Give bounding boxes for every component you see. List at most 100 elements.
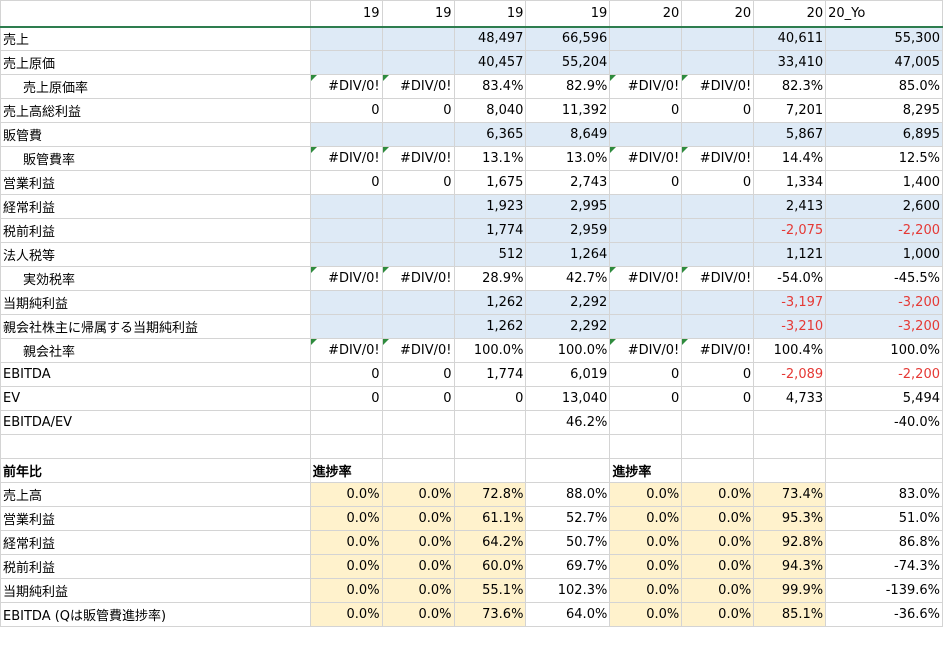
value-cell[interactable]: 0 [609,170,683,195]
value-cell[interactable] [381,410,455,435]
value-cell[interactable] [681,194,755,219]
value-cell[interactable]: 0 [309,386,383,411]
row-label-cell[interactable]: 親会社株主に帰属する当期純利益 [0,314,311,339]
value-cell[interactable]: -2,200 [825,362,943,387]
value-cell[interactable] [609,218,683,243]
value-cell[interactable] [681,122,755,147]
value-cell[interactable]: 13.1% [453,146,527,171]
value-cell[interactable]: 2,600 [825,194,943,219]
row-label-cell[interactable]: EBITDA/EV [0,410,311,435]
value-cell[interactable]: 99.9% [753,578,827,603]
value-cell[interactable]: 0 [309,362,383,387]
value-cell[interactable]: 40,611 [753,26,827,51]
value-cell[interactable] [381,218,455,243]
value-cell[interactable]: 0 [609,362,683,387]
value-cell[interactable]: 0 [609,386,683,411]
value-cell[interactable]: 0.0% [681,482,755,507]
value-cell[interactable] [309,290,383,315]
header-period-cell[interactable]: 19 [525,0,611,28]
value-cell[interactable]: 51.0% [825,506,943,531]
value-cell[interactable] [309,194,383,219]
value-cell[interactable]: 8,649 [525,122,611,147]
value-cell[interactable]: -3,200 [825,290,943,315]
value-cell[interactable]: 64.2% [453,530,527,555]
value-cell[interactable]: 0.0% [381,482,455,507]
row-label-cell[interactable]: EBITDA [0,362,311,387]
row-label-cell[interactable]: 税前利益 [0,218,311,243]
value-cell[interactable]: 64.0% [525,602,611,627]
value-cell[interactable]: #DIV/0! [381,146,455,171]
row-label-cell[interactable]: 経常利益 [0,530,311,555]
value-cell[interactable] [609,26,683,51]
value-cell[interactable] [525,434,611,459]
value-cell[interactable]: #DIV/0! [381,74,455,99]
row-label-cell[interactable]: 当期純利益 [0,290,311,315]
value-cell[interactable]: 69.7% [525,554,611,579]
value-cell[interactable]: 13.0% [525,146,611,171]
value-cell[interactable]: 0.0% [681,602,755,627]
value-cell[interactable] [453,410,527,435]
value-cell[interactable]: #DIV/0! [609,338,683,363]
value-cell[interactable] [609,242,683,267]
row-label-cell[interactable]: 営業利益 [0,170,311,195]
value-cell[interactable]: 55.1% [453,578,527,603]
value-cell[interactable] [381,50,455,75]
value-cell[interactable]: 5,867 [753,122,827,147]
value-cell[interactable]: 1,923 [453,194,527,219]
value-cell[interactable]: #DIV/0! [609,146,683,171]
value-cell[interactable]: -54.0% [753,266,827,291]
row-label-cell[interactable] [0,434,311,459]
value-cell[interactable]: 1,774 [453,218,527,243]
value-cell[interactable]: 0 [681,386,755,411]
header-period-cell[interactable]: 19 [309,0,383,28]
value-cell[interactable]: 0 [309,98,383,123]
value-cell[interactable]: 0 [381,362,455,387]
value-cell[interactable] [381,122,455,147]
value-cell[interactable]: 2,413 [753,194,827,219]
value-cell[interactable]: 1,121 [753,242,827,267]
row-label-cell[interactable]: 税前利益 [0,554,311,579]
value-cell[interactable]: 33,410 [753,50,827,75]
row-label-cell[interactable]: 実効税率 [0,266,311,291]
value-cell[interactable]: 100.0% [525,338,611,363]
value-cell[interactable]: 42.7% [525,266,611,291]
value-cell[interactable]: #DIV/0! [681,338,755,363]
value-cell[interactable] [609,290,683,315]
value-cell[interactable]: 0.0% [309,554,383,579]
value-cell[interactable] [609,122,683,147]
value-cell[interactable] [753,434,827,459]
value-cell[interactable]: -139.6% [825,578,943,603]
value-cell[interactable] [825,458,943,483]
value-cell[interactable]: 46.2% [525,410,611,435]
value-cell[interactable]: 4,733 [753,386,827,411]
value-cell[interactable]: 73.4% [753,482,827,507]
value-cell[interactable]: 0.0% [609,530,683,555]
value-cell[interactable]: 1,000 [825,242,943,267]
value-cell[interactable] [681,314,755,339]
row-label-cell[interactable]: 販管費 [0,122,311,147]
value-cell[interactable] [309,26,383,51]
value-cell[interactable] [381,314,455,339]
value-cell[interactable]: 0.0% [381,506,455,531]
value-cell[interactable]: 52.7% [525,506,611,531]
value-cell[interactable]: 50.7% [525,530,611,555]
value-cell[interactable]: #DIV/0! [309,146,383,171]
value-cell[interactable]: #DIV/0! [381,266,455,291]
value-cell[interactable]: 0.0% [381,554,455,579]
value-cell[interactable]: 2,743 [525,170,611,195]
value-cell[interactable]: 2,959 [525,218,611,243]
value-cell[interactable] [309,242,383,267]
value-cell[interactable]: 100.0% [825,338,943,363]
value-cell[interactable]: 11,392 [525,98,611,123]
value-cell[interactable] [381,290,455,315]
value-cell[interactable]: 55,300 [825,26,943,51]
value-cell[interactable]: 7,201 [753,98,827,123]
value-cell[interactable]: 92.8% [753,530,827,555]
value-cell[interactable] [609,314,683,339]
value-cell[interactable]: 1,334 [753,170,827,195]
value-cell[interactable]: #DIV/0! [681,74,755,99]
value-cell[interactable] [309,314,383,339]
row-label-cell[interactable]: 親会社率 [0,338,311,363]
value-cell[interactable] [381,194,455,219]
value-cell[interactable]: 0.0% [681,578,755,603]
